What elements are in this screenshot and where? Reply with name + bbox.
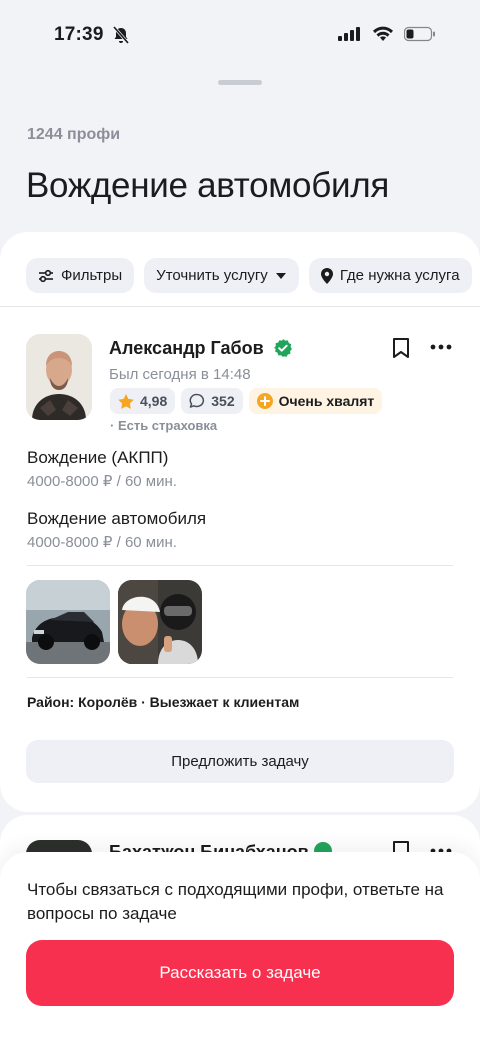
- verified-badge-icon: [274, 339, 292, 357]
- filters-chip[interactable]: Фильтры: [26, 258, 135, 293]
- filter-chips: Фильтры Уточнить услугу Где нужна услуга: [26, 258, 472, 293]
- location-chip[interactable]: Где нужна услуга: [308, 258, 472, 293]
- service-price: 4000-8000 ₽ / 60 мин.: [27, 473, 177, 490]
- service-name: Вождение автомобиля: [27, 509, 207, 528]
- filters-chip-label: Фильтры: [61, 267, 123, 284]
- sliders-icon: [39, 269, 53, 282]
- insurance-note: · Есть страховка: [110, 418, 218, 433]
- status-bar: 17:39: [0, 0, 480, 70]
- comment-icon: [189, 393, 205, 408]
- signal-icon: [338, 27, 360, 41]
- results-count: 1244 профи: [27, 126, 121, 143]
- reviews-count: 352: [211, 393, 235, 409]
- location-chip-label: Где нужна услуга: [339, 267, 460, 284]
- rating-value: 4,98: [140, 393, 168, 409]
- specialist-name[interactable]: Александр Габов: [109, 338, 264, 359]
- praise-label: Очень хвалят: [278, 393, 375, 409]
- sheet-grabber[interactable]: [218, 80, 262, 85]
- contact-prompt: Чтобы связаться с подходящими профи, отв…: [27, 880, 444, 923]
- page-title: Вождение автомобиля: [26, 166, 389, 205]
- praise-badge[interactable]: Очень хвалят: [248, 388, 383, 414]
- wifi-icon: [373, 26, 393, 41]
- star-icon: [118, 393, 134, 409]
- rating-badge[interactable]: 4,98: [110, 388, 176, 414]
- divider: [27, 677, 453, 678]
- badges: 4,98 352 Очень хвалят: [110, 388, 383, 414]
- tell-about-task-button[interactable]: Рассказать о задаче: [26, 940, 454, 1006]
- divider: [0, 306, 480, 307]
- bell-muted-icon: [113, 26, 129, 44]
- avatar[interactable]: [26, 334, 92, 420]
- refine-service-chip[interactable]: Уточнить услугу: [144, 258, 299, 293]
- divider: [27, 565, 453, 566]
- bookmark-icon[interactable]: [392, 337, 410, 359]
- propose-task-button[interactable]: Предложить задачу: [26, 740, 454, 783]
- refine-service-label: Уточнить услугу: [156, 267, 268, 284]
- photo-thumbnail[interactable]: [26, 580, 110, 664]
- service-name: Вождение (АКПП): [27, 448, 169, 467]
- reviews-badge[interactable]: 352: [181, 388, 243, 414]
- region-info: Район: Королёв · Выезжает к клиентам: [27, 694, 300, 710]
- battery-icon: [404, 26, 435, 42]
- status-time: 17:39: [54, 24, 104, 45]
- service-price: 4000-8000 ₽ / 60 мин.: [27, 534, 177, 551]
- more-options-icon[interactable]: [430, 344, 452, 350]
- last-seen: Был сегодня в 14:48: [109, 366, 251, 383]
- caret-down-icon: [275, 272, 286, 279]
- plus-circle-icon: [256, 393, 273, 409]
- location-pin-icon: [320, 267, 333, 284]
- photo-thumbnail[interactable]: [118, 580, 202, 664]
